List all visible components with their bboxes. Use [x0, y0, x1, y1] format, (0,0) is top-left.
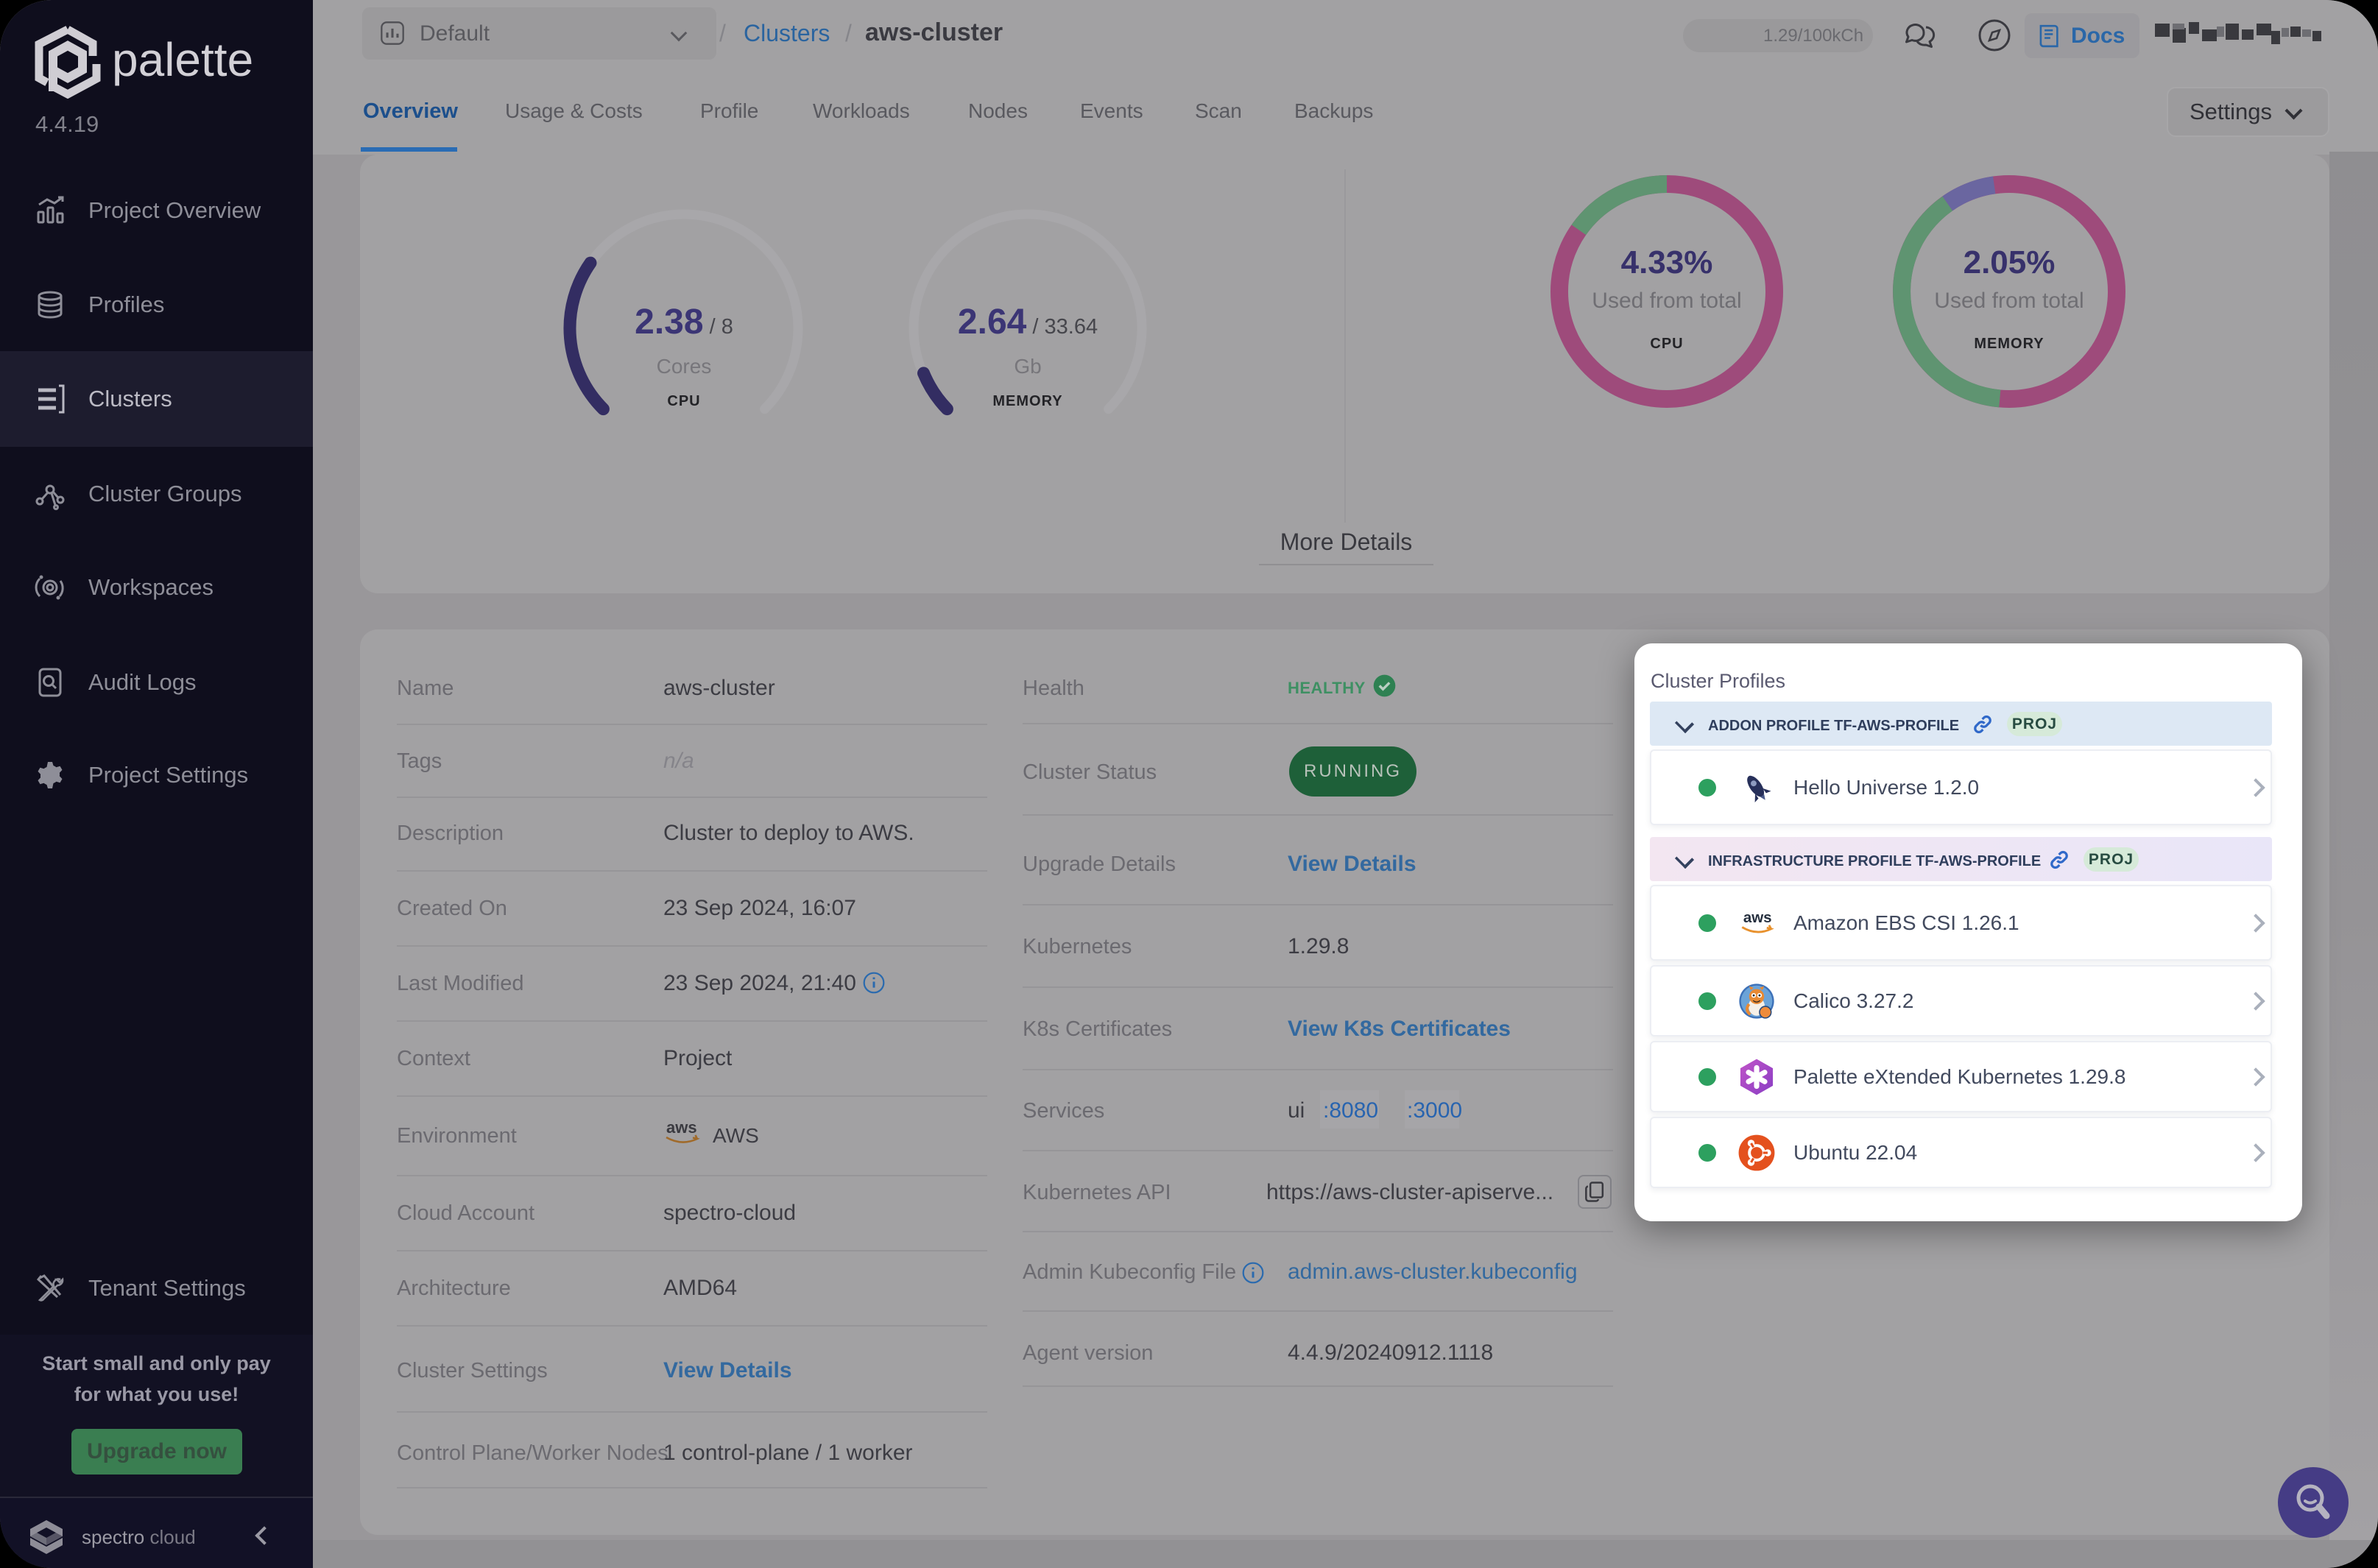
svg-text:aws: aws	[1743, 909, 1772, 926]
svg-text:aws: aws	[666, 1118, 697, 1137]
